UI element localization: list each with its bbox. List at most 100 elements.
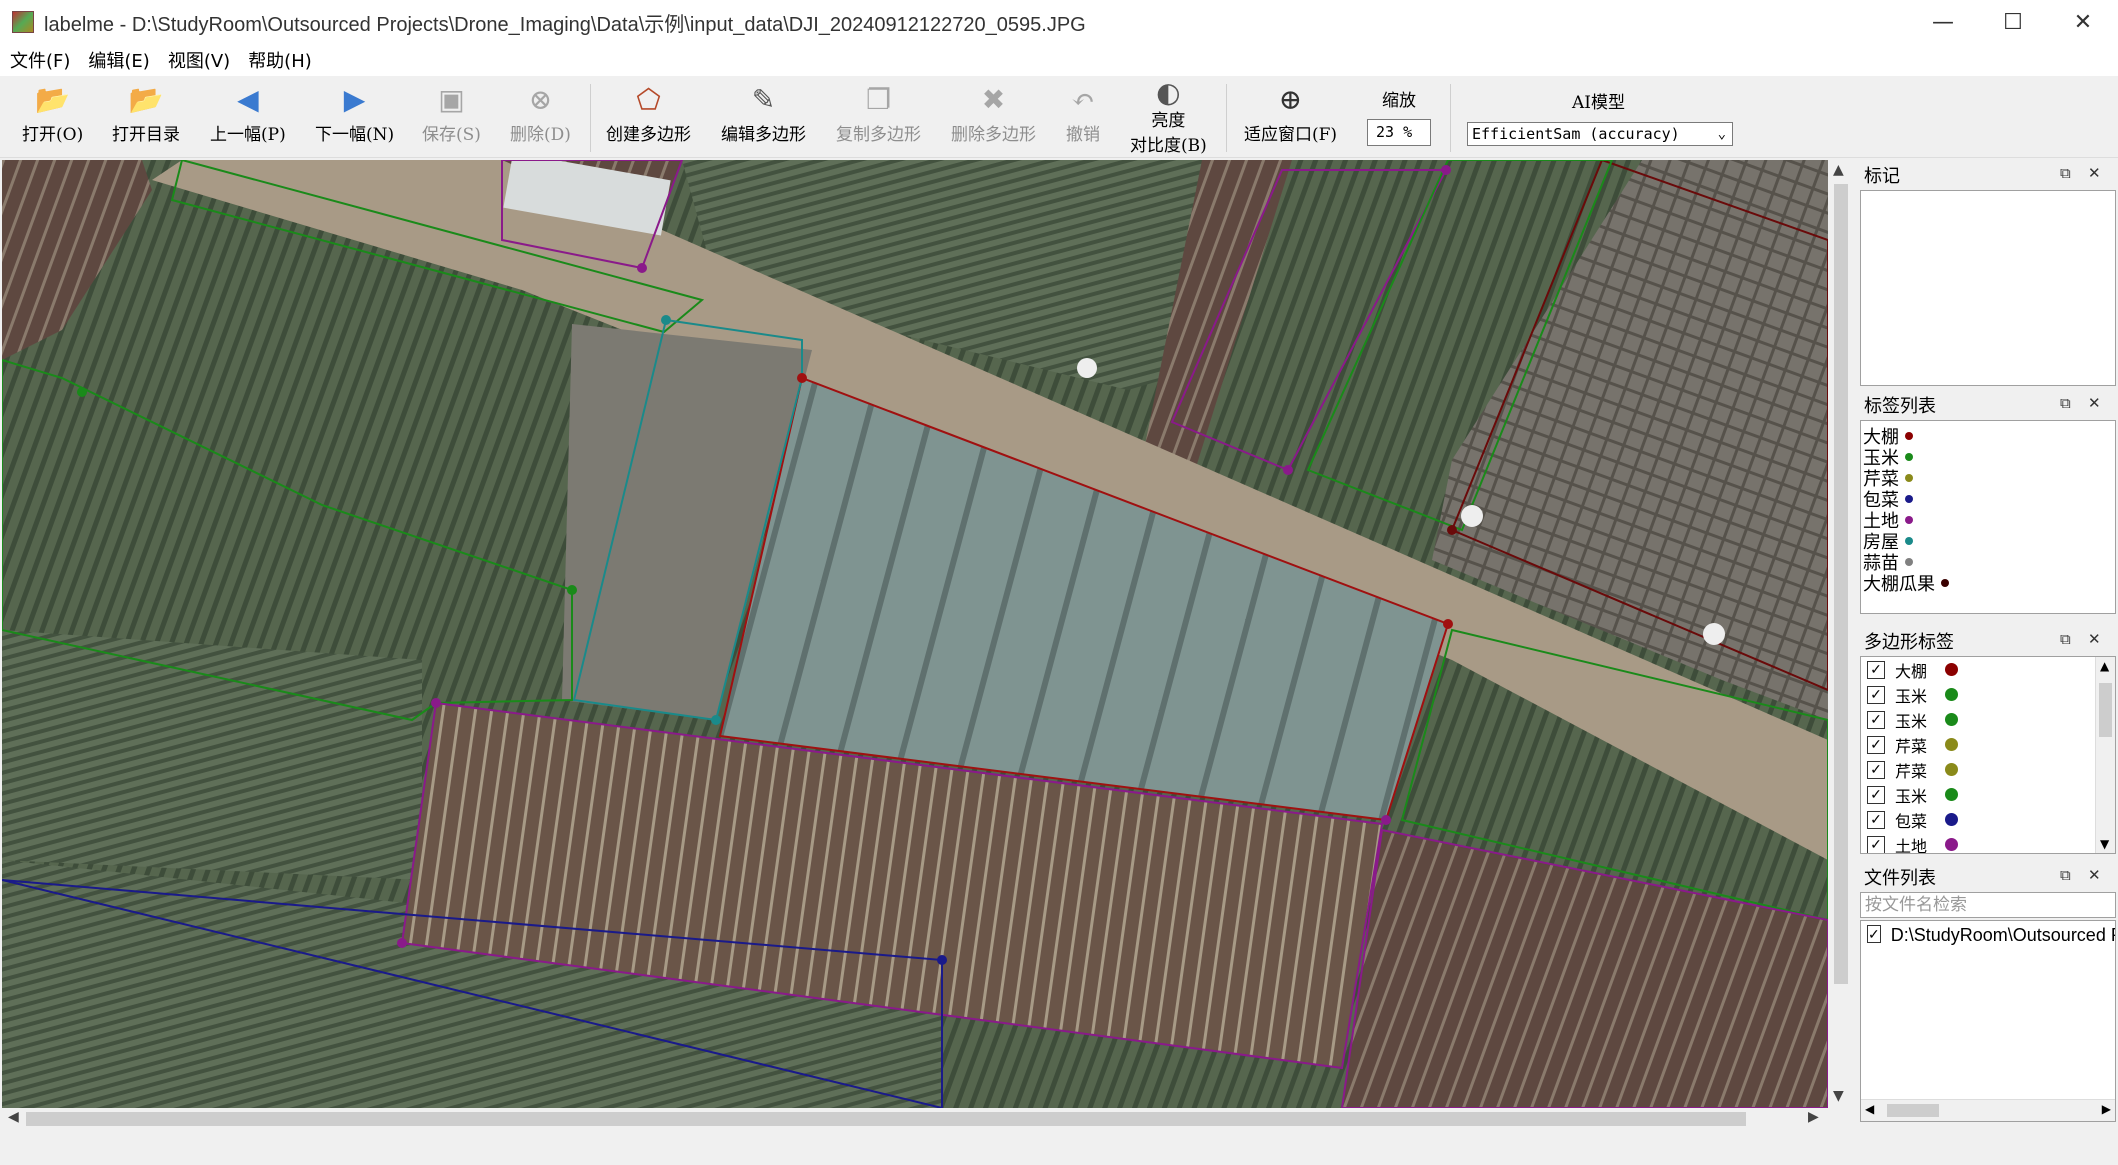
checkbox[interactable]: ✓	[1867, 924, 1881, 943]
polygon-labels-dock-title: 多边形标签 ⧉ ✕	[1860, 626, 2116, 656]
polygon-labels-title: 多边形标签	[1864, 632, 1954, 653]
flags-title: 标记	[1864, 166, 1900, 187]
save-button[interactable]: ▣ 保存(S)	[422, 82, 481, 154]
polygon-item[interactable]: ✓ 芹菜	[1861, 757, 2115, 782]
undo-button[interactable]: ↶ 撤销	[1066, 82, 1100, 154]
fit-window-button[interactable]: ⊕ 适应窗口(F)	[1244, 82, 1337, 154]
color-dot-icon	[1945, 688, 1959, 701]
close-icon[interactable]: ✕	[2088, 164, 2101, 182]
file-list-dock: 文件列表 ⧉ ✕ 按文件名检索 ✓ D:\StudyRoom\Outsource…	[1860, 862, 2116, 1122]
menu-file[interactable]: 文件(F)	[2, 47, 78, 73]
label-item[interactable]: 芹菜	[1861, 467, 2115, 490]
label-item[interactable]: 土地	[1861, 509, 2115, 532]
prev-image-button[interactable]: ◀ 上一幅(P)	[210, 82, 286, 154]
scrollbar-thumb[interactable]	[1887, 1104, 1939, 1117]
label-item[interactable]: 房屋	[1861, 530, 2115, 553]
close-button[interactable]: ✕	[2048, 0, 2118, 44]
toolbar: 📂 打开(O) 📂 打开目录 ◀ 上一幅(P) ▶ 下一幅(N) ▣ 保存(S)…	[0, 76, 2118, 158]
polygon-label-name: 玉米	[1895, 686, 1928, 706]
color-dot-icon	[1945, 838, 1959, 851]
float-icon[interactable]: ⧉	[2060, 630, 2071, 648]
chevron-right-icon[interactable]: ▶	[2102, 1102, 2111, 1116]
canvas-vertical-scrollbar[interactable]: ▲ ▼	[1830, 160, 1852, 1108]
polygon-item[interactable]: ✓ 芹菜	[1861, 732, 2115, 757]
chevron-up-icon[interactable]: ▲	[1833, 162, 1844, 178]
color-dot-icon	[1945, 763, 1959, 776]
prev-label: 上一幅(P)	[210, 125, 286, 145]
polygon-item[interactable]: ✓ 玉米	[1861, 782, 2115, 807]
close-icon[interactable]: ✕	[2088, 866, 2101, 884]
chevron-left-icon[interactable]: ◀	[1865, 1102, 1874, 1116]
scrollbar-thumb[interactable]	[26, 1112, 1746, 1126]
polygon-item[interactable]: ✓ 大棚	[1861, 657, 2115, 682]
edit-polygon-button[interactable]: ✎ 编辑多边形	[721, 82, 806, 154]
file-search-input[interactable]: 按文件名检索	[1860, 892, 2116, 918]
checkbox[interactable]: ✓	[1867, 710, 1885, 729]
flags-dock-title: 标记 ⧉ ✕	[1860, 160, 2116, 190]
checkbox[interactable]: ✓	[1867, 835, 1885, 853]
file-list-title: 文件列表	[1864, 868, 1936, 889]
create-polygon-button[interactable]: ⬠ 创建多边形	[606, 82, 691, 154]
next-image-button[interactable]: ▶ 下一幅(N)	[315, 82, 394, 154]
checkbox[interactable]: ✓	[1867, 685, 1885, 704]
edit-pencil-icon: ✎	[751, 82, 776, 116]
checkbox[interactable]: ✓	[1867, 735, 1885, 754]
close-icon[interactable]: ✕	[2088, 394, 2101, 412]
maximize-button[interactable]: ☐	[1978, 0, 2048, 44]
open-label: 打开(O)	[22, 125, 84, 145]
polygon-item[interactable]: ✓ 玉米	[1861, 707, 2115, 732]
label-item[interactable]: 包菜	[1861, 488, 2115, 511]
polygon-list-scrollbar[interactable]: ▲ ▼	[2095, 657, 2115, 853]
delete-polygon-label: 删除多边形	[951, 125, 1036, 145]
close-icon[interactable]: ✕	[2088, 630, 2101, 648]
delete-button[interactable]: ⊗ 删除(D)	[510, 82, 571, 154]
checkbox[interactable]: ✓	[1867, 810, 1885, 829]
title-bar: labelme - D:\StudyRoom\Outsourced Projec…	[0, 0, 2118, 44]
canvas-horizontal-scrollbar[interactable]: ◀ ▶	[2, 1108, 1828, 1130]
polygon-item[interactable]: ✓ 包菜	[1861, 807, 2115, 832]
delete-polygon-button[interactable]: ✖ 删除多边形	[951, 82, 1036, 154]
chevron-down-icon[interactable]: ▼	[1833, 1088, 1844, 1104]
float-icon[interactable]: ⧉	[2060, 866, 2071, 884]
label-item[interactable]: 大棚瓜果	[1861, 572, 2115, 595]
menu-view[interactable]: 视图(V)	[160, 47, 238, 73]
float-icon[interactable]: ⧉	[2060, 394, 2071, 412]
image-canvas[interactable]	[2, 160, 1828, 1108]
checkbox[interactable]: ✓	[1867, 785, 1885, 804]
open-button[interactable]: 📂 打开(O)	[22, 82, 83, 154]
file-list-horizontal-scrollbar[interactable]: ◀ ▶	[1861, 1099, 2115, 1121]
copy-polygon-label: 复制多边形	[836, 125, 921, 145]
chevron-down-icon[interactable]: ▼	[2100, 837, 2109, 851]
checkbox[interactable]: ✓	[1867, 660, 1885, 679]
brightness-contrast-button[interactable]: ◐ 亮度 对比度(B)	[1130, 76, 1207, 157]
delete-label: 删除(D)	[510, 125, 571, 145]
open-dir-label: 打开目录	[112, 125, 180, 145]
polygon-item[interactable]: ✓ 玉米	[1861, 682, 2115, 707]
checkbox[interactable]: ✓	[1867, 760, 1885, 779]
scrollbar-thumb[interactable]	[1834, 184, 1848, 984]
label-item[interactable]: 大棚	[1861, 425, 2115, 448]
menu-help[interactable]: 帮助(H)	[240, 47, 320, 73]
chevron-down-icon: ⌄	[1717, 126, 1726, 142]
zoom-label: 缩放	[1382, 91, 1416, 111]
zoom-input[interactable]: 23 %	[1367, 119, 1431, 146]
minimize-button[interactable]: —	[1908, 0, 1978, 44]
menu-edit[interactable]: 编辑(E)	[80, 47, 157, 73]
open-dir-button[interactable]: 📂 打开目录	[112, 82, 180, 154]
folder-open-icon: 📂	[128, 82, 164, 116]
polygon-item[interactable]: ✓ 土地	[1861, 832, 2115, 853]
chevron-right-icon[interactable]: ▶	[1808, 1109, 1819, 1125]
label-item[interactable]: 玉米	[1861, 446, 2115, 469]
chevron-left-icon[interactable]: ◀	[8, 1109, 19, 1125]
scrollbar-thumb[interactable]	[2099, 683, 2112, 737]
file-item[interactable]: ✓ D:\StudyRoom\Outsourced Projects\Drone…	[1861, 921, 2115, 946]
ai-model-select[interactable]: EfficientSam (accuracy) ⌄	[1467, 122, 1733, 146]
label-list-title: 标签列表	[1864, 396, 1936, 417]
color-dot-icon	[1905, 473, 1913, 482]
fit-window-label: 适应窗口(F)	[1244, 125, 1338, 145]
copy-polygon-button[interactable]: ❐ 复制多边形	[836, 82, 921, 154]
aerial-image[interactable]	[2, 160, 1828, 1108]
float-icon[interactable]: ⧉	[2060, 164, 2071, 182]
chevron-up-icon[interactable]: ▲	[2100, 659, 2109, 673]
color-dot-icon	[1905, 452, 1913, 461]
